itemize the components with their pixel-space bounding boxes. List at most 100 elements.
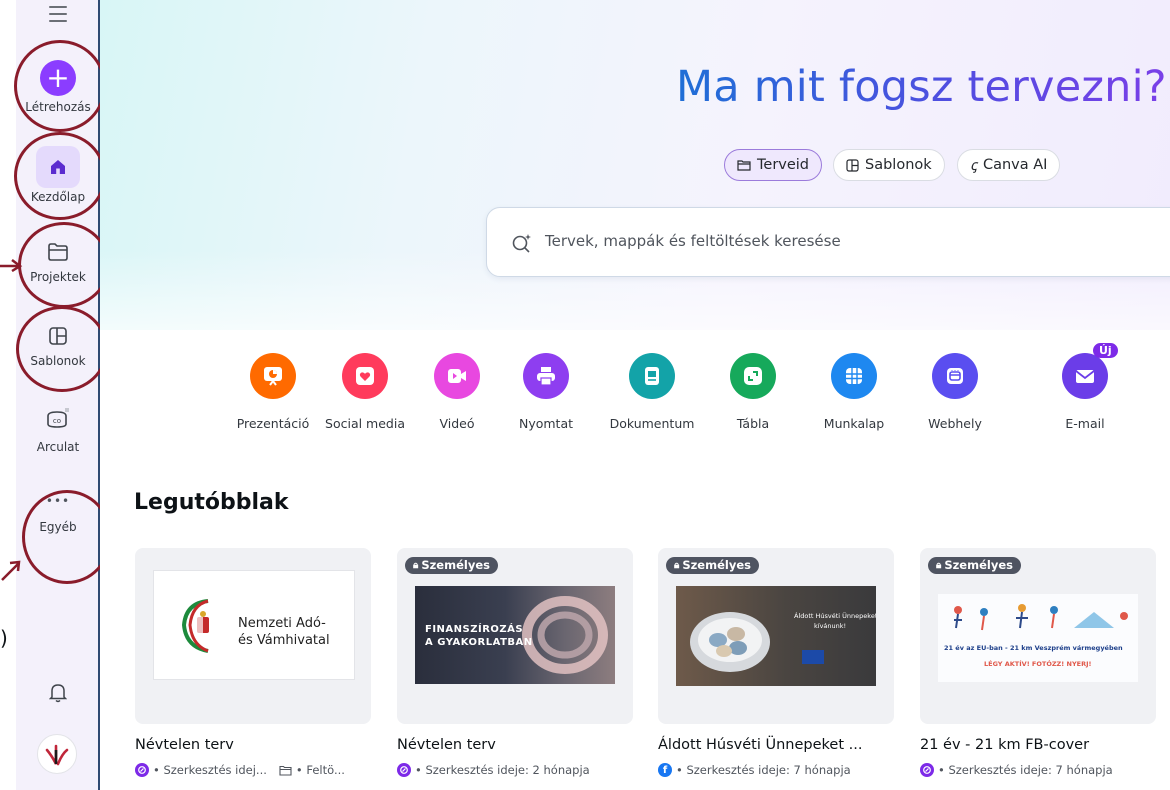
thumbnail-text: és Vámhivatal (238, 633, 330, 648)
category-label: Social media (325, 416, 405, 431)
category-label: Nyomtat (518, 416, 574, 431)
sidebar-item-label: Egyéb (39, 520, 77, 534)
folder-name: • Feltö... (295, 763, 345, 777)
thumbnail-text: FINANSZÍROZÁS (425, 624, 524, 635)
cropped-annotation-text: ) (0, 626, 8, 650)
design-card[interactable]: 🔒︎ Személyes Áldott Húsvéti Ünnepeket kív… (658, 548, 894, 724)
category-website[interactable]: Webhely (905, 353, 1005, 431)
design-meta: • Szerkesztés ideje: 7 hónapja (920, 763, 1113, 777)
design-title[interactable]: Áldott Húsvéti Ünnepeket ... (658, 737, 862, 753)
sidebar-item-label: Sablonok (30, 354, 86, 368)
templates-icon (846, 158, 859, 172)
sidebar-item-label: Projektek (30, 270, 86, 284)
thumbnail-text: LÉGY AKTÍV! FOTÓZZ! NYERJ! (984, 660, 1092, 668)
video-icon (434, 353, 480, 399)
whiteboard-icon (730, 353, 776, 399)
canva-icon (920, 763, 934, 777)
design-title[interactable]: Névtelen terv (397, 737, 496, 753)
search-input[interactable]: Tervek, mappák és feltöltések keresése (486, 207, 1170, 277)
sidebar-item-home[interactable]: Kezdőlap (16, 146, 100, 204)
design-thumbnail: Áldott Húsvéti Ünnepeket kívánunk! (676, 586, 876, 686)
category-label: Prezentáció (236, 416, 310, 431)
hamburger-menu-icon[interactable] (49, 6, 67, 22)
annotation-arrow-icon (0, 259, 23, 272)
category-print[interactable]: Nyomtat (496, 353, 596, 431)
plus-icon: + (40, 60, 76, 96)
tab-label: Sablonok (865, 157, 932, 173)
design-meta: f • Szerkesztés ideje: 7 hónapja (658, 763, 851, 777)
category-document[interactable]: Dokumentum (602, 353, 702, 431)
thumbnail-text: Nemzeti Adó- (238, 616, 326, 631)
category-whiteboard[interactable]: Tábla (703, 353, 803, 431)
create-label: Létrehozás (25, 100, 91, 114)
design-title[interactable]: 21 év - 21 km FB-cover (920, 737, 1089, 753)
sidebar-item-templates[interactable]: Sablonok (16, 322, 100, 368)
design-meta: • Szerkesztés ideje: 2 hónapja (397, 763, 590, 777)
home-icon (36, 146, 80, 188)
page-title: Ma mit fogsz tervezni? (676, 62, 1167, 112)
folder-icon (43, 238, 73, 266)
more-icon: ••• (45, 494, 71, 508)
category-label: Videó (439, 416, 475, 431)
design-card[interactable]: 🔒︎ Személyes 21 év az EU-ban - 21 km Vesz… (920, 548, 1156, 724)
lock-icon: 🔒︎ (413, 559, 419, 571)
website-icon (932, 353, 978, 399)
tab-label: Canva AI (982, 157, 1048, 173)
tab-templates[interactable]: Sablonok (833, 149, 945, 181)
folder-icon (279, 765, 292, 776)
lock-icon: 🔒︎ (936, 559, 942, 571)
notifications-bell-icon[interactable] (48, 681, 68, 707)
sidebar-item-more[interactable]: ••• Egyéb (16, 494, 100, 534)
thumbnail-text: kívánunk! (814, 622, 847, 630)
badge-label: Személyes (421, 558, 490, 572)
easter-eggs-icon (690, 612, 770, 672)
new-badge: Új (1093, 343, 1118, 358)
design-thumbnail: 21 év az EU-ban - 21 km Veszprém vármegy… (938, 594, 1138, 682)
category-worksheet[interactable]: Munkalap (804, 353, 904, 431)
recent-section-title: Legutóbblak (134, 490, 289, 515)
svg-text:co: co (53, 417, 61, 425)
design-title[interactable]: Névtelen terv (135, 737, 234, 753)
category-video[interactable]: Videó (407, 353, 507, 431)
annotation-arrow-icon (1, 560, 21, 581)
thumbnail-text: A GYAKORLATBAN (425, 637, 533, 648)
nav-logo-icon (181, 599, 209, 653)
sidebar-item-projects[interactable]: Projektek (16, 238, 100, 284)
design-meta: • Szerkesztés idej... • Feltö... (135, 763, 345, 777)
design-card[interactable]: Nemzeti Adó- és Vámhivatal (135, 548, 371, 724)
badge-label: Személyes (682, 558, 751, 572)
canva-icon (135, 763, 149, 777)
thumbnail-text: Áldott Húsvéti Ünnepeket (794, 612, 876, 620)
templates-icon (43, 322, 73, 350)
design-thumbnail: Nemzeti Adó- és Vámhivatal (153, 570, 355, 680)
sports-illustration-icon (954, 604, 1128, 631)
category-social-media[interactable]: Social media (315, 353, 415, 431)
category-presentation[interactable]: Prezentáció (223, 353, 323, 431)
printer-icon (523, 353, 569, 399)
presentation-icon (250, 353, 296, 399)
category-label: Webhely (928, 416, 982, 431)
heart-icon (342, 353, 388, 399)
edited-time: • Szerkesztés idej... (153, 763, 267, 777)
category-email[interactable]: Új E-mail (1035, 343, 1135, 431)
canva-icon (397, 763, 411, 777)
category-label: Dokumentum (609, 416, 695, 431)
design-thumbnail: FINANSZÍROZÁS A GYAKORLATBAN (415, 586, 615, 684)
abstract-ring-icon (522, 596, 608, 674)
canva-ai-icon: ꞔ (970, 158, 977, 174)
folder-icon (737, 160, 751, 171)
category-label: E-mail (1065, 416, 1105, 431)
category-label: Munkalap (823, 416, 885, 431)
brand-icon: co (43, 404, 73, 432)
design-card[interactable]: 🔒︎ Személyes FINANSZÍROZÁS A GYAKORLATBAN (397, 548, 633, 724)
sidebar-item-label: Kezdőlap (30, 190, 86, 204)
create-button[interactable]: + Létrehozás (16, 60, 100, 114)
personal-badge: 🔒︎ Személyes (666, 557, 759, 574)
facebook-icon: f (658, 763, 672, 777)
avatar[interactable] (37, 734, 77, 774)
tab-canva-ai[interactable]: ꞔ Canva AI (957, 149, 1061, 181)
document-icon (629, 353, 675, 399)
lock-icon: 🔒︎ (674, 559, 680, 571)
tab-designs[interactable]: Terveid (724, 149, 823, 181)
sidebar-item-brand[interactable]: co Arculat (16, 404, 100, 454)
